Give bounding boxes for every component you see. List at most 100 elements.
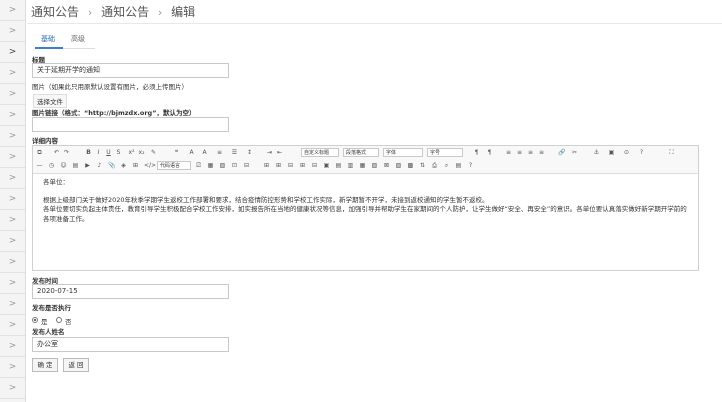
sidebar-item-3[interactable]: > — [0, 42, 25, 63]
cell-align-icon[interactable]: ▦ — [359, 162, 366, 169]
table-title-icon[interactable]: ▩ — [407, 162, 414, 169]
sidebar-item-12[interactable]: > — [0, 231, 25, 252]
redo-icon[interactable]: ↷ — [63, 149, 70, 156]
insert-image-icon[interactable]: ▤ — [72, 162, 79, 169]
author-input[interactable]: 办公室 — [32, 337, 229, 352]
direction-rtl-icon[interactable]: ¶ — [486, 149, 493, 156]
date-input[interactable]: 2020-07-15 — [32, 284, 229, 299]
help-icon[interactable]: ? — [638, 149, 645, 156]
merge-cells-icon[interactable]: ▣ — [323, 162, 330, 169]
sidebar-item-14[interactable]: > — [0, 273, 25, 294]
undo-icon[interactable]: ↶ — [53, 149, 60, 156]
search-replace-icon[interactable]: ⌕ — [443, 162, 450, 169]
sidebar-item-2[interactable]: > — [0, 21, 25, 42]
unlink-icon[interactable]: ✂ — [571, 149, 578, 156]
table-delete-icon[interactable]: ⊠ — [383, 162, 390, 169]
highlight-icon[interactable]: A — [201, 149, 208, 156]
insert-frame-icon[interactable]: ⊞ — [132, 162, 139, 169]
align-left-icon[interactable]: ≡ — [505, 149, 512, 156]
table-icon[interactable]: ⊞ — [263, 162, 270, 169]
confirm-button[interactable]: 确 定 — [32, 358, 58, 372]
rich-text-editor[interactable]: ⧉ ↶ ↷ B I U S x² x₂ ✎ ❝ A A ≡ ☰ ↕ ⇥ ⇤ 自定… — [32, 145, 699, 271]
direction-ltr-icon[interactable]: ¶ — [473, 149, 480, 156]
sidebar-item-13[interactable]: > — [0, 252, 25, 273]
snapscreen-icon[interactable]: ⊡ — [231, 162, 238, 169]
sidebar-item-5[interactable]: > — [0, 84, 25, 105]
sidebar-item-18[interactable]: > — [0, 357, 25, 378]
html-icon[interactable]: ⧉ — [36, 149, 43, 156]
emoticon-icon[interactable]: ☺ — [60, 162, 67, 169]
indent-icon[interactable]: ⇥ — [266, 149, 273, 156]
fullscreen-icon[interactable]: ⛶ — [668, 149, 675, 156]
breadcrumb-level1[interactable]: 通知公告 — [31, 5, 79, 19]
align-center-icon[interactable]: ≡ — [516, 149, 523, 156]
anchor-icon[interactable]: ⚓ — [593, 149, 600, 156]
breadcrumb-level2[interactable]: 通知公告 — [101, 5, 149, 19]
font-color-icon[interactable]: A — [188, 149, 195, 156]
delete-col-icon[interactable]: ⊟ — [311, 162, 318, 169]
publish-yes-radio[interactable] — [32, 317, 38, 323]
strikethrough-icon[interactable]: S — [115, 149, 122, 156]
align-justify-icon[interactable]: ≡ — [538, 149, 545, 156]
background-icon[interactable]: ▧ — [219, 162, 226, 169]
sidebar-item-10[interactable]: > — [0, 189, 25, 210]
code-language-select[interactable]: 代码语言 — [157, 161, 191, 170]
paragraph-format-select[interactable]: 段落格式 — [343, 148, 379, 157]
image-link-input[interactable] — [32, 117, 229, 132]
caption-icon[interactable]: ▨ — [395, 162, 402, 169]
superscript-icon[interactable]: x² — [128, 149, 135, 156]
source-help-icon[interactable]: ? — [467, 162, 474, 169]
font-family-select[interactable]: 字体 — [383, 148, 423, 157]
italic-icon[interactable]: I — [95, 149, 102, 156]
sidebar-item-4[interactable]: > — [0, 63, 25, 84]
link-icon[interactable]: 🔗 — [558, 149, 565, 156]
template-icon[interactable]: ▦ — [207, 162, 214, 169]
font-size-select[interactable]: 字号 — [427, 148, 463, 157]
print-icon[interactable]: ⎙ — [431, 162, 438, 169]
sidebar-item-8[interactable]: > — [0, 147, 25, 168]
subscript-icon[interactable]: x₂ — [138, 149, 145, 156]
sidebar-item-15[interactable]: > — [0, 294, 25, 315]
delete-row-icon[interactable]: ⊟ — [287, 162, 294, 169]
attachment-icon[interactable]: 📎 — [108, 162, 115, 169]
sidebar-item-19[interactable]: > — [0, 378, 25, 399]
music-icon[interactable]: ♪ — [96, 162, 103, 169]
back-button[interactable]: 返 回 — [63, 358, 89, 372]
code-icon[interactable]: </> — [144, 162, 156, 169]
insert-col-icon[interactable]: ⊞ — [299, 162, 306, 169]
format-painter-icon[interactable]: ✎ — [150, 149, 157, 156]
sidebar-item-1[interactable]: > — [0, 0, 25, 21]
ordered-list-icon[interactable]: ≡ — [216, 149, 223, 156]
drafts-icon[interactable]: ▤ — [455, 162, 462, 169]
video-icon[interactable]: ▶ — [84, 162, 91, 169]
sidebar-item-6[interactable]: > — [0, 105, 25, 126]
sidebar-item-17[interactable]: > — [0, 336, 25, 357]
word-image-icon[interactable]: ⊟ — [243, 162, 250, 169]
preview-icon[interactable]: ⊙ — [623, 149, 630, 156]
choose-file-button[interactable]: 选择文件 — [33, 94, 67, 108]
horizontal-rule-icon[interactable]: — — [36, 162, 43, 169]
time-icon[interactable]: ◷ — [48, 162, 55, 169]
underline-icon[interactable]: U — [105, 149, 112, 156]
cell-bg-icon[interactable]: ▧ — [371, 162, 378, 169]
sidebar-item-7[interactable]: > — [0, 126, 25, 147]
custom-heading-select[interactable]: 自定义标题 — [301, 148, 339, 157]
split-cells-icon[interactable]: ▤ — [335, 162, 342, 169]
align-right-icon[interactable]: ≡ — [527, 149, 534, 156]
sidebar-item-9[interactable]: > — [0, 168, 25, 189]
sidebar-item-11[interactable]: > — [0, 210, 25, 231]
quote-icon[interactable]: ❝ — [173, 149, 180, 156]
publish-no-radio[interactable] — [56, 317, 62, 323]
insert-row-icon[interactable]: ⊞ — [275, 162, 282, 169]
table-props-icon[interactable]: ▥ — [347, 162, 354, 169]
map-icon[interactable]: ◈ — [120, 162, 127, 169]
outdent-icon[interactable]: ⇤ — [276, 149, 283, 156]
bold-icon[interactable]: B — [85, 149, 92, 156]
image-icon[interactable]: ▣ — [608, 149, 615, 156]
title-input[interactable]: 关于延期开学的通知 — [32, 63, 229, 78]
page-break-icon[interactable]: ⎚ — [195, 162, 202, 169]
line-height-icon[interactable]: ↕ — [246, 149, 253, 156]
tab-basic[interactable]: 基础 — [41, 34, 55, 44]
sidebar-item-16[interactable]: > — [0, 315, 25, 336]
tab-advanced[interactable]: 高级 — [71, 34, 85, 44]
